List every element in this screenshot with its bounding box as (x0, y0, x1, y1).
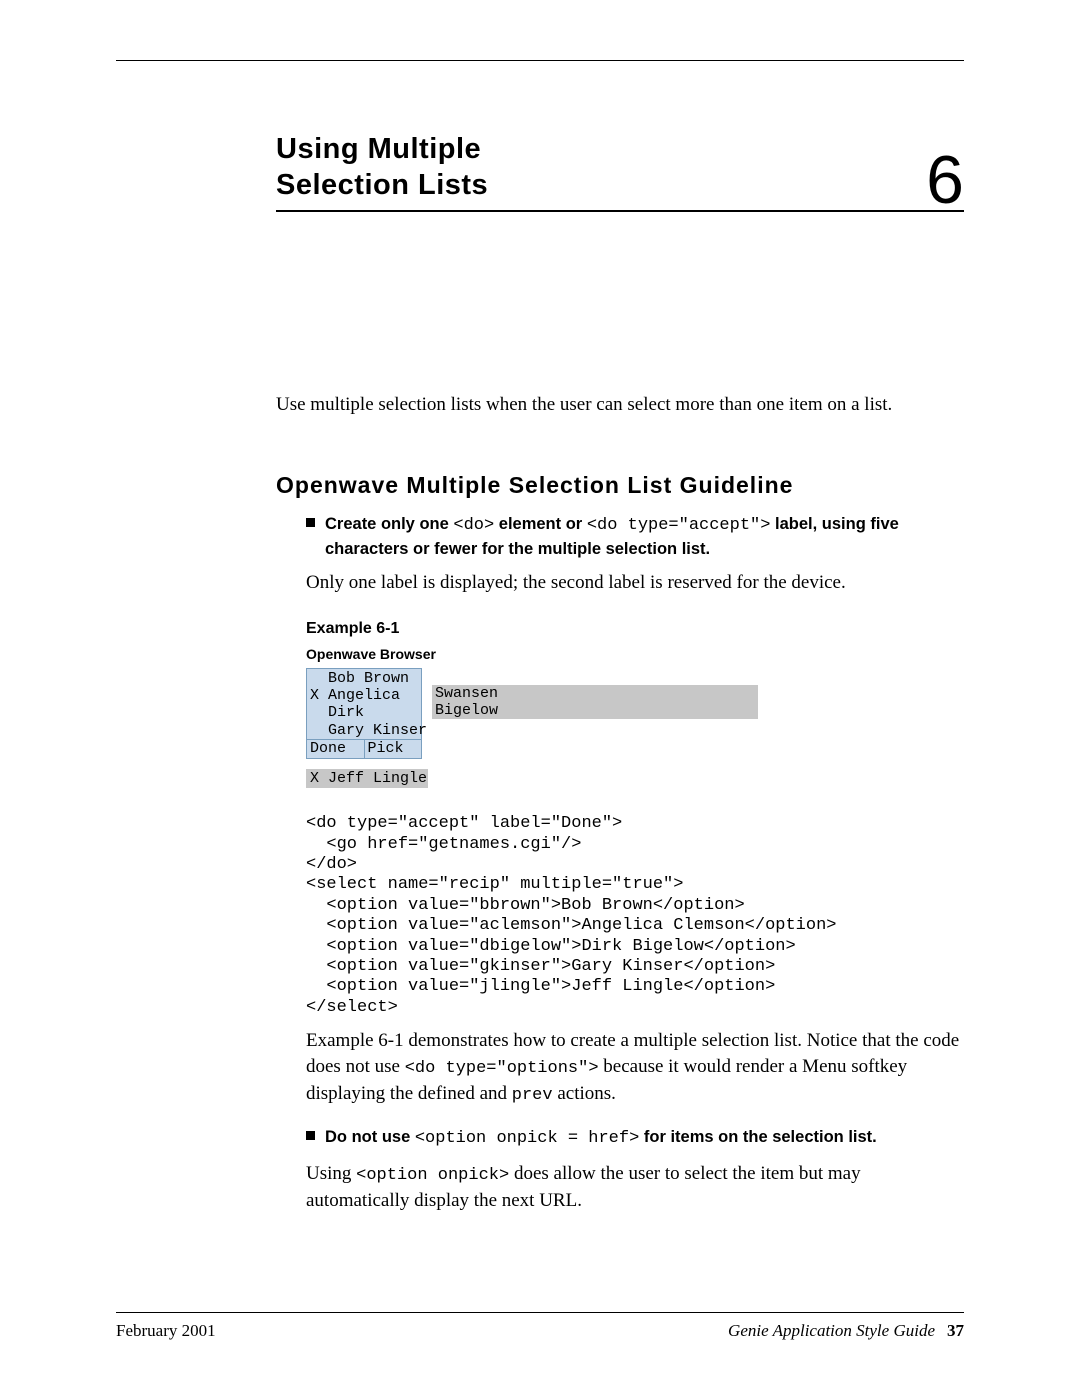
guideline-bullet-1: Create only one <do> element or <do type… (306, 513, 964, 560)
bullet2-subtext: Using <option onpick> does allow the use… (306, 1161, 964, 1214)
phone-list: Bob Brown X Angelica Dirk Gary Kinser (307, 669, 421, 739)
bullet2-post: for items on the selection list. (639, 1128, 876, 1146)
last-pre: Using (306, 1163, 356, 1184)
phone-screen-mockup: Bob Brown X Angelica Dirk Gary Kinser Do… (306, 668, 964, 759)
example-label: Example 6-1 (306, 620, 964, 638)
bullet1-content: Create only one <do> element or <do type… (325, 513, 964, 560)
bullet1-mid1: element or (494, 515, 587, 533)
footer-book-title: Genie Application Style Guide (728, 1321, 935, 1340)
section-heading: Openwave Multiple Selection List Guideli… (276, 472, 964, 499)
chapter-number: 6 (926, 152, 964, 210)
explain-post: actions. (553, 1083, 616, 1104)
page-footer: February 2001 Genie Application Style Gu… (116, 1312, 964, 1341)
footer-rule (116, 1312, 964, 1313)
overflow-row-1: Bigelow (432, 702, 758, 719)
bullet1-code2: <do type="accept"> (587, 516, 771, 535)
bullet-marker-icon (306, 518, 315, 527)
guideline-bullet-2: Do not use <option onpick = href> for it… (306, 1126, 964, 1151)
browser-label: Openwave Browser (306, 646, 964, 662)
chapter-header: Using Multiple Selection Lists 6 (276, 131, 964, 212)
footer-page-number: 37 (947, 1321, 964, 1340)
footer-right: Genie Application Style Guide 37 (728, 1321, 964, 1341)
bullet2-code1: <option onpick = href> (415, 1129, 639, 1148)
phone-row-1: X Angelica (307, 687, 421, 704)
bullet-marker-icon (306, 1131, 315, 1140)
last-code1: <option onpick> (356, 1166, 509, 1185)
explanation-paragraph: Example 6-1 demonstrates how to create a… (306, 1028, 964, 1108)
chapter-title: Using Multiple Selection Lists (276, 131, 488, 204)
phone-screen-extra-row: X Jeff Lingle (306, 769, 428, 788)
bullet2-pre: Do not use (325, 1128, 415, 1146)
bullet1-subtext: Only one label is displayed; the second … (306, 570, 964, 596)
phone-screen-overflow: Swansen Bigelow (432, 668, 758, 759)
footer-date: February 2001 (116, 1321, 216, 1341)
bullet1-pre: Create only one (325, 515, 453, 533)
bullet1-code1: <do> (453, 516, 494, 535)
intro-paragraph: Use multiple selection lists when the us… (276, 392, 964, 418)
softkey-right: Pick (364, 740, 422, 758)
chapter-title-line2: Selection Lists (276, 169, 488, 201)
phone-softkeys: Done Pick (307, 739, 421, 758)
explain-code1: <do type="options"> (405, 1059, 599, 1078)
softkey-left: Done (307, 740, 364, 758)
phone-row-3: Gary Kinser (307, 722, 421, 739)
phone-row-0: Bob Brown (307, 670, 421, 687)
bullet2-content: Do not use <option onpick = href> for it… (325, 1126, 964, 1151)
top-rule (116, 60, 964, 61)
overflow-row-0: Swansen (432, 685, 758, 702)
code-listing: <do type="accept" label="Done"> <go href… (306, 814, 964, 1018)
phone-row-2: Dirk (307, 704, 421, 721)
explain-code2: prev (512, 1086, 553, 1105)
chapter-title-line1: Using Multiple (276, 133, 481, 165)
phone-screen-main: Bob Brown X Angelica Dirk Gary Kinser Do… (306, 668, 422, 759)
